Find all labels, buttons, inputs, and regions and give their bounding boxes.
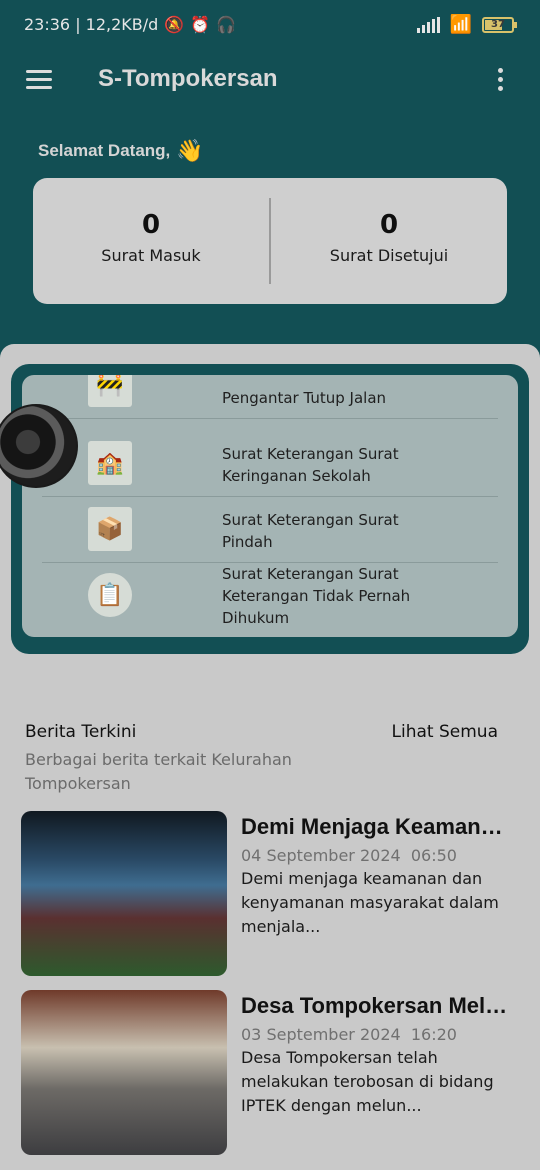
services-panel: 🚧 Pengantar Tutup Jalan 🏫 Surat Keterang… [11,364,529,654]
service-label: Surat Keterangan Surat Keterangan Tidak … [222,565,411,627]
record-icon: 📋 [88,573,132,617]
waving-hand-icon: 👋 [176,138,204,163]
news-date: 03 September 2024 16:20 [241,1025,511,1044]
service-label: Surat Keterangan Surat Keringanan Sekola… [222,445,399,485]
news-header: Berita Terkini Lihat Semua Berbagai beri… [25,722,500,796]
news-date-value: 04 September 2024 [241,846,401,865]
greeting: Selamat Datang, 👋 [38,138,204,164]
alarm-icon: ⏰ [190,15,211,34]
main-content: 🚧 Pengantar Tutup Jalan 🏫 Surat Keterang… [0,344,540,1170]
stat-value: 0 [379,210,399,240]
services-list[interactable]: 🚧 Pengantar Tutup Jalan 🏫 Surat Keterang… [22,375,518,637]
road-closure-icon: 🚧 [88,375,132,407]
app-header: S-Tompokersan Selamat Datang, 👋 0 Surat … [0,52,540,372]
stat-surat-masuk[interactable]: 0 Surat Masuk [33,178,269,304]
more-options-icon[interactable] [498,68,504,95]
news-date: 04 September 2024 06:50 [241,846,511,865]
list-item[interactable]: 🏫 Surat Keterangan Surat Keringanan Seko… [42,431,498,497]
list-item[interactable]: 📦 Surat Keterangan Surat Pindah [42,497,498,563]
mute-icon: 🔕 [164,15,185,34]
news-time-value: 06:50 [410,846,457,865]
list-item[interactable]: 🚧 Pengantar Tutup Jalan [42,375,498,419]
stat-surat-disetujui[interactable]: 0 Surat Disetujui [271,178,507,304]
service-label: Pengantar Tutup Jalan [222,389,387,407]
news-excerpt: Demi menjaga keamanan dan kenyamanan mas… [241,869,499,936]
stat-value: 0 [141,210,161,240]
status-bar: 23:36 | 12,2KB/d 🔕 ⏰ 🎧 📶 37 [0,0,540,52]
battery-icon: 37 [482,16,517,33]
news-card[interactable]: Desa Tompokersan Melakukan Inovasi B... … [21,990,521,1156]
news-card[interactable]: Demi Menjaga Keamanan Dan Ken... 04 Sept… [21,811,521,977]
moving-box-icon: 📦 [88,507,132,551]
news-headline: Demi Menjaga Keamanan Dan Ken... [241,814,511,839]
stat-label: Surat Disetujui [329,246,449,265]
signal-icon [416,16,440,33]
news-section-subtitle: Berbagai berita terkait Kelurahan Tompok… [25,750,292,793]
app-title: S-Tompokersan [98,65,278,92]
news-thumbnail [21,990,227,1155]
greeting-text: Selamat Datang, [38,141,171,160]
service-label: Surat Keterangan Surat Pindah [222,511,399,551]
list-item[interactable]: 📋 Surat Keterangan Surat Keterangan Tida… [42,563,498,629]
battery-level: 37 [491,19,505,30]
headphones-icon: 🎧 [216,15,237,34]
menu-icon[interactable] [26,70,52,90]
school-relief-icon: 🏫 [88,441,132,485]
news-headline: Desa Tompokersan Melakukan Inovasi B... [241,993,511,1018]
stats-card: 0 Surat Masuk 0 Surat Disetujui [33,178,507,304]
status-time-speed: 23:36 | 12,2KB/d [24,15,159,34]
news-time-value: 16:20 [410,1025,457,1044]
wifi-icon: 📶 [449,14,472,35]
news-thumbnail [21,811,227,976]
news-excerpt: Desa Tompokersan telah melakukan terobos… [241,1048,494,1115]
stat-label: Surat Masuk [101,246,201,265]
news-date-value: 03 September 2024 [241,1025,401,1044]
see-all-link[interactable]: Lihat Semua [392,722,498,742]
